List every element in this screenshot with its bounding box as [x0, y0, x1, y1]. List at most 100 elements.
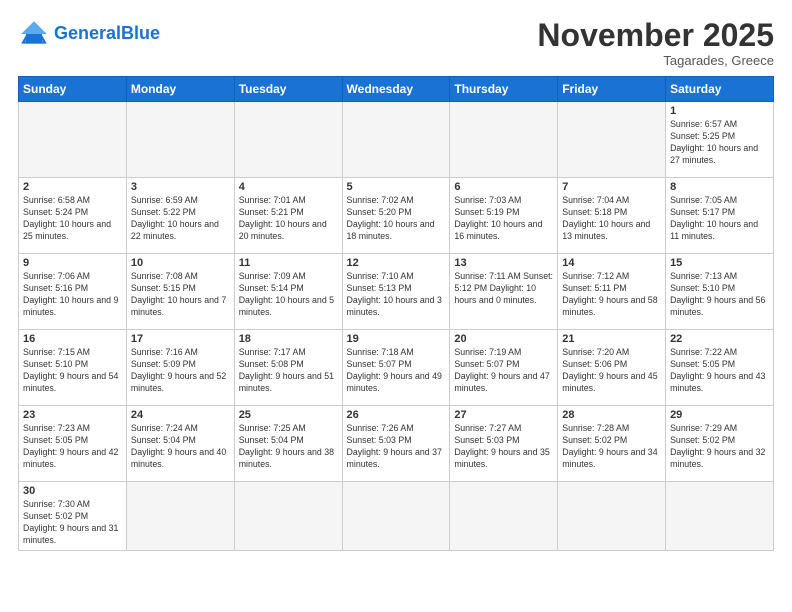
calendar-cell: 28Sunrise: 7:28 AM Sunset: 5:02 PM Dayli… [558, 406, 666, 482]
day-number: 15 [670, 257, 769, 269]
calendar-cell [126, 102, 234, 178]
day-info: Sunrise: 7:27 AM Sunset: 5:03 PM Dayligh… [454, 423, 553, 471]
calendar-cell: 21 Sunrise: 7:20 AM Sunset: 5:06 PM Dayli… [558, 330, 666, 406]
calendar-cell: 29Sunrise: 7:29 AM Sunset: 5:02 PM Dayli… [666, 406, 774, 482]
calendar-cell: 19 Sunrise: 7:18 AM Sunset: 5:07 PM Dayli… [342, 330, 450, 406]
calendar-cell: 1Sunrise: 6:57 AM Sunset: 5:25 PM Daylig… [666, 102, 774, 178]
week-row-4: 16 Sunrise: 7:15 AM Sunset: 5:10 PM Dayli… [19, 330, 774, 406]
calendar-cell [342, 102, 450, 178]
calendar-cell [666, 482, 774, 551]
day-info: Sunrise: 7:15 AM Sunset: 5:10 PM Dayligh… [23, 347, 122, 395]
weekday-header-tuesday: Tuesday [234, 77, 342, 102]
day-info: Sunrise: 7:24 AM Sunset: 5:04 PM Dayligh… [131, 423, 230, 471]
calendar-cell [234, 482, 342, 551]
day-info: Sunrise: 7:06 AM Sunset: 5:16 PM Dayligh… [23, 271, 122, 319]
calendar-cell [558, 102, 666, 178]
calendar-cell: 14 Sunrise: 7:12 AM Sunset: 5:11 PM Dayli… [558, 254, 666, 330]
day-number: 10 [131, 257, 230, 269]
day-number: 19 [347, 333, 446, 345]
calendar-cell: 3 Sunrise: 6:59 AM Sunset: 5:22 PM Daylig… [126, 178, 234, 254]
calendar: SundayMondayTuesdayWednesdayThursdayFrid… [18, 76, 774, 551]
day-info: Sunrise: 7:03 AM Sunset: 5:19 PM Dayligh… [454, 195, 553, 243]
day-info: Sunrise: 7:25 AM Sunset: 5:04 PM Dayligh… [239, 423, 338, 471]
day-info: Sunrise: 7:12 AM Sunset: 5:11 PM Dayligh… [562, 271, 661, 319]
day-info: Sunrise: 7:17 AM Sunset: 5:08 PM Dayligh… [239, 347, 338, 395]
day-info: Sunrise: 7:09 AM Sunset: 5:14 PM Dayligh… [239, 271, 338, 319]
weekday-header-thursday: Thursday [450, 77, 558, 102]
logo-text: GeneralBlue [54, 24, 160, 44]
calendar-cell: 11 Sunrise: 7:09 AM Sunset: 5:14 PM Dayli… [234, 254, 342, 330]
logo-general: General [54, 23, 121, 43]
calendar-cell [126, 482, 234, 551]
day-info: Sunrise: 7:30 AM Sunset: 5:02 PM Dayligh… [23, 499, 122, 547]
day-info: Sunrise: 7:08 AM Sunset: 5:15 PM Dayligh… [131, 271, 230, 319]
calendar-cell: 24 Sunrise: 7:24 AM Sunset: 5:04 PM Dayli… [126, 406, 234, 482]
day-number: 2 [23, 181, 122, 193]
day-info: Sunrise: 6:57 AM Sunset: 5:25 PM Dayligh… [670, 119, 769, 167]
day-info: Sunrise: 7:26 AM Sunset: 5:03 PM Dayligh… [347, 423, 446, 471]
location: Tagarades, Greece [537, 53, 774, 68]
day-number: 9 [23, 257, 122, 269]
day-number: 5 [347, 181, 446, 193]
day-info: Sunrise: 7:16 AM Sunset: 5:09 PM Dayligh… [131, 347, 230, 395]
page: GeneralBlue November 2025 Tagarades, Gre… [0, 0, 792, 612]
day-number: 4 [239, 181, 338, 193]
day-number: 3 [131, 181, 230, 193]
day-number: 21 [562, 333, 661, 345]
week-row-6: 30 Sunrise: 7:30 AM Sunset: 5:02 PM Dayli… [19, 482, 774, 551]
calendar-cell: 9 Sunrise: 7:06 AM Sunset: 5:16 PM Daylig… [19, 254, 127, 330]
day-info: Sunrise: 6:59 AM Sunset: 5:22 PM Dayligh… [131, 195, 230, 243]
calendar-header: SundayMondayTuesdayWednesdayThursdayFrid… [19, 77, 774, 102]
weekday-header-wednesday: Wednesday [342, 77, 450, 102]
calendar-cell: 12 Sunrise: 7:10 AM Sunset: 5:13 PM Dayli… [342, 254, 450, 330]
calendar-cell: 16 Sunrise: 7:15 AM Sunset: 5:10 PM Dayli… [19, 330, 127, 406]
day-number: 7 [562, 181, 661, 193]
header: GeneralBlue November 2025 Tagarades, Gre… [18, 18, 774, 68]
calendar-cell [450, 102, 558, 178]
weekday-row: SundayMondayTuesdayWednesdayThursdayFrid… [19, 77, 774, 102]
title-area: November 2025 Tagarades, Greece [537, 18, 774, 68]
weekday-header-friday: Friday [558, 77, 666, 102]
calendar-cell: 17 Sunrise: 7:16 AM Sunset: 5:09 PM Dayli… [126, 330, 234, 406]
calendar-cell [19, 102, 127, 178]
calendar-cell [342, 482, 450, 551]
calendar-cell: 10 Sunrise: 7:08 AM Sunset: 5:15 PM Dayli… [126, 254, 234, 330]
day-number: 27 [454, 409, 553, 421]
calendar-cell [450, 482, 558, 551]
day-info: Sunrise: 7:22 AM Sunset: 5:05 PM Dayligh… [670, 347, 769, 395]
day-info: Sunrise: 7:04 AM Sunset: 5:18 PM Dayligh… [562, 195, 661, 243]
calendar-cell: 15Sunrise: 7:13 AM Sunset: 5:10 PM Dayli… [666, 254, 774, 330]
week-row-3: 9 Sunrise: 7:06 AM Sunset: 5:16 PM Daylig… [19, 254, 774, 330]
calendar-cell: 25Sunrise: 7:25 AM Sunset: 5:04 PM Dayli… [234, 406, 342, 482]
day-number: 22 [670, 333, 769, 345]
day-number: 16 [23, 333, 122, 345]
calendar-cell: 20 Sunrise: 7:19 AM Sunset: 5:07 PM Dayli… [450, 330, 558, 406]
day-info: Sunrise: 7:29 AM Sunset: 5:02 PM Dayligh… [670, 423, 769, 471]
day-number: 17 [131, 333, 230, 345]
calendar-cell: 4Sunrise: 7:01 AM Sunset: 5:21 PM Daylig… [234, 178, 342, 254]
calendar-cell [234, 102, 342, 178]
day-number: 30 [23, 485, 122, 497]
day-info: Sunrise: 6:58 AM Sunset: 5:24 PM Dayligh… [23, 195, 122, 243]
day-info: Sunrise: 7:28 AM Sunset: 5:02 PM Dayligh… [562, 423, 661, 471]
calendar-cell: 8Sunrise: 7:05 AM Sunset: 5:17 PM Daylig… [666, 178, 774, 254]
day-info: Sunrise: 7:19 AM Sunset: 5:07 PM Dayligh… [454, 347, 553, 395]
day-number: 14 [562, 257, 661, 269]
day-number: 11 [239, 257, 338, 269]
day-number: 24 [131, 409, 230, 421]
day-number: 20 [454, 333, 553, 345]
day-info: Sunrise: 7:23 AM Sunset: 5:05 PM Dayligh… [23, 423, 122, 471]
calendar-cell: 26Sunrise: 7:26 AM Sunset: 5:03 PM Dayli… [342, 406, 450, 482]
day-number: 18 [239, 333, 338, 345]
calendar-cell: 18 Sunrise: 7:17 AM Sunset: 5:08 PM Dayli… [234, 330, 342, 406]
day-number: 8 [670, 181, 769, 193]
day-number: 12 [347, 257, 446, 269]
weekday-header-monday: Monday [126, 77, 234, 102]
calendar-cell [558, 482, 666, 551]
day-info: Sunrise: 7:10 AM Sunset: 5:13 PM Dayligh… [347, 271, 446, 319]
calendar-body: 1Sunrise: 6:57 AM Sunset: 5:25 PM Daylig… [19, 102, 774, 551]
calendar-cell: 27 Sunrise: 7:27 AM Sunset: 5:03 PM Dayli… [450, 406, 558, 482]
weekday-header-sunday: Sunday [19, 77, 127, 102]
day-info: Sunrise: 7:20 AM Sunset: 5:06 PM Dayligh… [562, 347, 661, 395]
day-info: Sunrise: 7:18 AM Sunset: 5:07 PM Dayligh… [347, 347, 446, 395]
